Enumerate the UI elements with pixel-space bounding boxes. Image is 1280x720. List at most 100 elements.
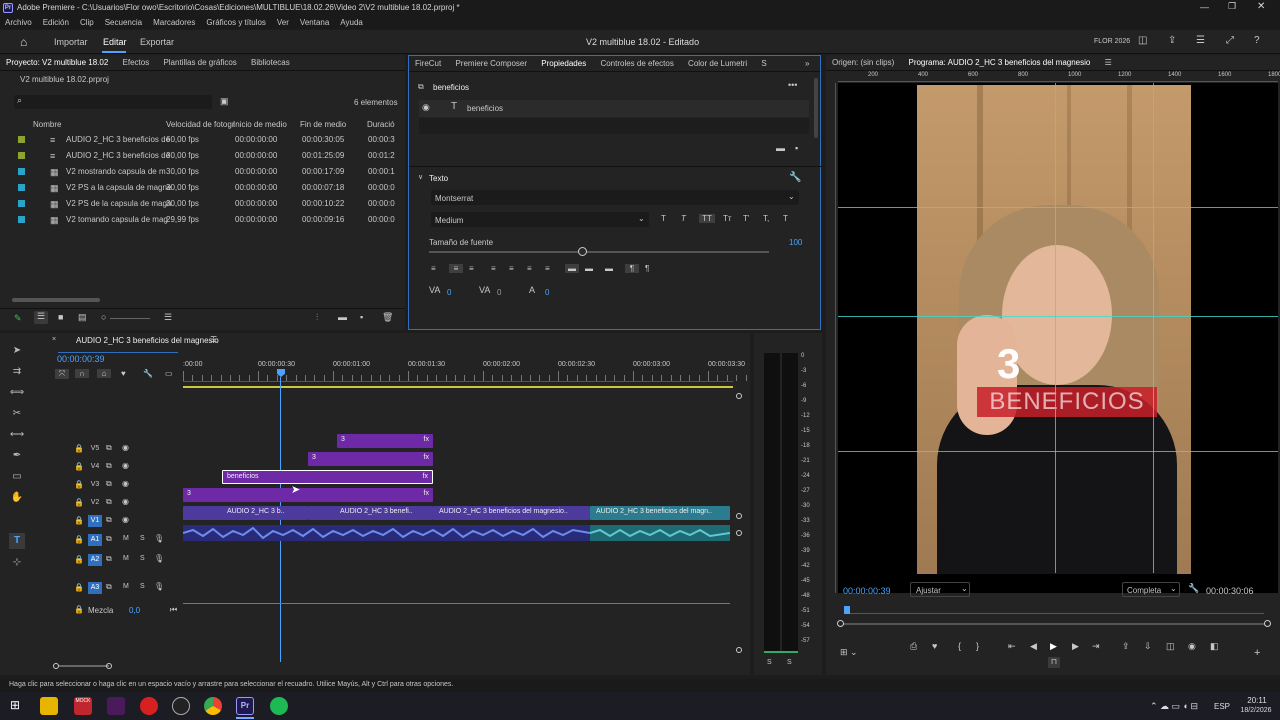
search-input[interactable]: ⌕ [14,95,212,109]
track-header-v2[interactable]: 🔒 V2 ⧉ ◉ [60,496,180,510]
eye-icon[interactable]: ◉ [122,479,129,488]
menu-item[interactable]: Archivo [5,16,32,29]
insert-icon[interactable]: ◫ [1166,641,1175,652]
list-view-icon[interactable]: ☰ [34,311,48,324]
h-scroll-track[interactable] [59,665,109,667]
new-item-icon[interactable]: ▪ [360,312,363,322]
mute-icon[interactable]: M [123,583,129,590]
label-color-swatch[interactable] [18,136,25,143]
slip-tool-icon[interactable]: ⟷ [9,427,25,443]
align-center-icon[interactable]: ≡ [449,264,463,273]
trash-icon[interactable]: 🗑 [382,312,393,323]
lock-icon[interactable]: 🔒 [74,462,84,471]
track-label[interactable]: A3 [88,582,102,594]
project-row[interactable]: ≡ AUDIO 2_HC 3 beneficios de 30,00 fps 00:0… [0,148,405,164]
close-sequence-icon[interactable]: × [52,336,56,343]
tab-effect-controls[interactable]: Controles de efectos [594,56,679,71]
solo-left-button[interactable]: S [767,659,772,666]
premiere-taskbar-icon[interactable]: Pr [236,697,254,715]
faux-italic-icon[interactable]: T [681,214,686,223]
overlay-number[interactable]: 3 [997,340,1020,388]
new-layer-icon[interactable]: ▪ [795,143,798,153]
menu-item[interactable]: Ver [277,16,289,29]
tab-program[interactable]: Programa: AUDIO 2_HC 3 beneficios del ma… [902,55,1096,70]
audio-clip-a1[interactable] [183,525,590,541]
mark-out-icon[interactable]: } [976,641,979,651]
play-icon[interactable]: ▶ [1050,641,1057,652]
menu-icon[interactable]: ☰ [1196,35,1205,46]
freeform-view-icon[interactable]: ▤ [78,312,87,323]
caption-tool-icon[interactable]: ⊹ [9,555,25,571]
zoom-slider-handle[interactable]: ○ [101,312,106,322]
sequence-tab[interactable]: AUDIO 2_HC 3 beneficios del magnesio [76,336,219,345]
tab-premiere-composer[interactable]: Premiere Composer [449,56,533,71]
font-size-slider[interactable] [429,247,769,256]
app-icon-purple[interactable] [107,697,125,715]
program-time-ruler[interactable] [844,608,1264,614]
work-area-bar[interactable] [183,386,733,388]
menu-item[interactable]: Ventana [300,16,329,29]
tab-source[interactable]: Origen: (sin clips) [826,55,900,70]
clip-v1-d[interactable]: AUDIO 2_HC 3 beneficios del magn.. [590,506,730,520]
subscript-icon[interactable]: T, [763,214,769,223]
eye-icon[interactable]: ◉ [422,102,430,113]
collapse-chevron-icon[interactable]: ∨ [418,173,423,181]
eye-icon[interactable]: ◉ [122,497,129,506]
justify-right-icon[interactable]: ≡ [527,264,532,273]
wrench-icon[interactable]: 🔧 [789,172,801,183]
clip-v3-beneficios[interactable]: beneficios fx [222,470,433,484]
project-row[interactable]: ≡ AUDIO 2_HC 3 beneficios de 60,00 fps 00:0… [0,132,405,148]
restore-icon[interactable]: ❐ [1228,1,1236,12]
col-start[interactable]: Inicio de medio [233,120,287,129]
track-label[interactable]: A2 [88,554,102,566]
comparison-icon[interactable]: ⊓ [1048,657,1060,668]
track-label[interactable]: V3 [88,479,102,491]
file-explorer-icon[interactable] [40,697,58,715]
tab-lumetri[interactable]: Color de Lumetri [682,56,753,71]
icon-view-icon[interactable]: ■ [58,312,63,322]
align-right-icon[interactable]: ≡ [469,264,474,273]
zoom-handle-left[interactable] [837,620,844,627]
mic-icon[interactable]: 🎙 [154,534,164,543]
fullscreen-icon[interactable]: ⤢ [1226,35,1234,46]
eye-icon[interactable]: ◉ [122,461,129,470]
mix-value[interactable]: 0,0 [129,606,140,615]
go-to-out-icon[interactable]: ⇥ [1092,641,1100,652]
rectangle-tool-icon[interactable]: ▭ [9,469,25,485]
app-icon-red[interactable]: MOCK [74,697,92,715]
mix-nav-icon[interactable]: ⏮ [170,605,177,615]
track-header-a1[interactable]: 🔒 A1 ⧉ M S 🎙 [60,533,180,547]
app-icon-redcircle[interactable] [140,697,158,715]
horizontal-scrollbar[interactable] [12,298,100,302]
new-bin-icon[interactable]: ▬ [338,312,347,322]
safe-margins-icon[interactable]: ⊞ ⌄ [840,647,858,658]
tab-graphics-templates[interactable]: Plantillas de gráficos [157,55,242,70]
clip-v5[interactable]: 3 fx [337,434,433,448]
panel-menu-icon[interactable]: ☰ [210,335,217,344]
sync-lock-icon[interactable]: ⧉ [106,582,112,592]
track-label[interactable]: V5 [88,443,102,455]
clock-time[interactable]: 20:11 [1242,696,1272,705]
faux-bold-icon[interactable]: T [661,214,666,223]
step-back-icon[interactable]: ◀ [1030,641,1037,652]
fit-select[interactable]: Ajustar ⌄ [910,582,970,597]
v-scroll-handle-bottom[interactable] [736,513,742,519]
mic-icon[interactable]: 🎙 [154,582,164,591]
sync-lock-icon[interactable]: ⧉ [106,554,112,564]
mark-in-icon[interactable]: { [958,641,961,651]
panel-layout-icon[interactable]: ◫ [1138,35,1147,46]
menu-item[interactable]: Ayuda [340,16,363,29]
v-scroll-handle-top[interactable] [736,393,742,399]
sync-lock-icon[interactable]: ⧉ [106,497,112,507]
project-row[interactable]: ▦ V2 tomando capsula de mag 29,99 fps 00:00… [0,212,405,228]
track-label[interactable]: A1 [88,534,102,546]
clip-v2[interactable]: 3 fx [183,488,433,502]
clock-date[interactable]: 18/2/2026 [1236,707,1276,714]
lock-icon[interactable]: 🔒 [74,444,84,453]
valign-bottom-icon[interactable]: ▬ [605,264,613,273]
eye-icon[interactable]: ◉ [122,515,129,524]
folder-icon[interactable]: ▬ [776,143,785,153]
col-duration[interactable]: Duració [367,120,395,129]
panel-overflow-icon[interactable]: » [805,59,809,68]
small-caps-icon[interactable]: Tт [723,214,732,223]
